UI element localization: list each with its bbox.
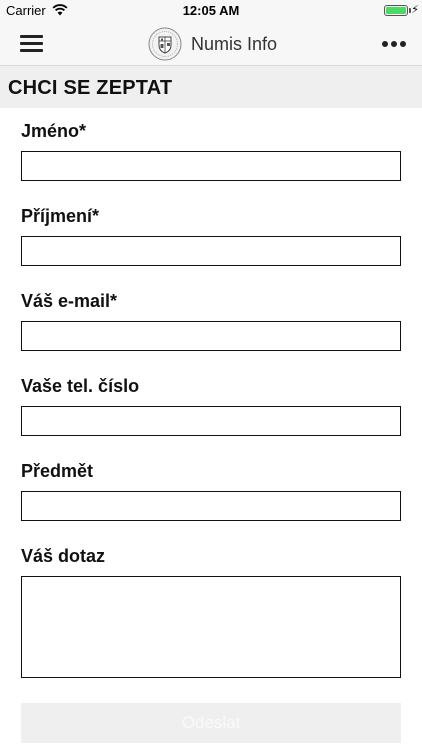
- subject-label: Předmět: [21, 461, 94, 481]
- more-ellipsis-icon[interactable]: [382, 41, 406, 47]
- hamburger-menu-icon[interactable]: [20, 35, 43, 52]
- navigation-bar: Numis Info: [0, 22, 422, 66]
- charging-bolt-icon: ⚡: [411, 4, 419, 16]
- last-name-field[interactable]: [21, 236, 401, 266]
- question-textarea[interactable]: [21, 576, 401, 678]
- app-title: Numis Info: [191, 34, 278, 54]
- submit-button[interactable]: Odeslat: [21, 703, 401, 743]
- status-bar: Carrier 12:05 AM ⚡: [0, 0, 422, 22]
- email-label: Váš e-mail*: [21, 291, 118, 311]
- last-name-label: Příjmení*: [21, 206, 100, 226]
- clock-time: 12:05 AM: [182, 3, 240, 18]
- page-title: CHCI SE ZEPTAT: [8, 77, 173, 99]
- first-name-label: Jméno*: [21, 121, 87, 141]
- phone-label: Vaše tel. číslo: [21, 376, 140, 396]
- subject-field[interactable]: [21, 491, 401, 521]
- coat-of-arms-logo-icon: [148, 27, 182, 61]
- battery-icon: [384, 5, 408, 16]
- question-label: Váš dotaz: [21, 546, 106, 566]
- first-name-field[interactable]: [21, 151, 401, 181]
- phone-field[interactable]: [21, 406, 401, 436]
- email-field[interactable]: [21, 321, 401, 351]
- section-header: CHCI SE ZEPTAT: [0, 66, 422, 108]
